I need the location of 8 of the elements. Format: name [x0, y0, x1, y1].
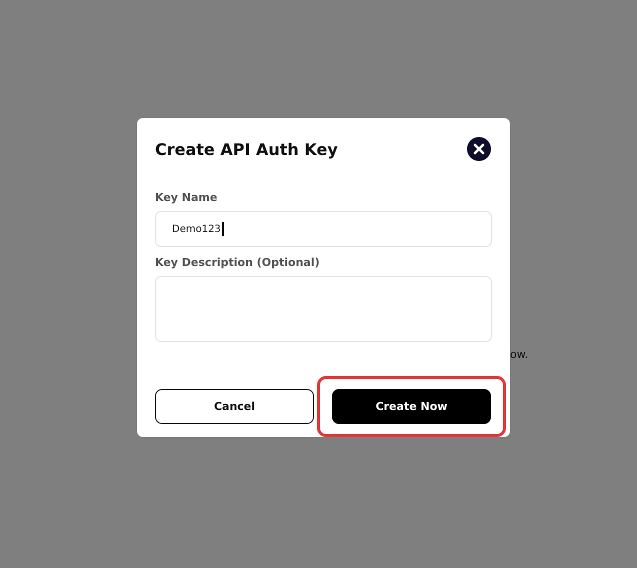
cancel-button[interactable]: Cancel — [155, 389, 314, 424]
field-label: Key Name — [155, 191, 218, 204]
dialog-title: Create API Auth Key — [155, 140, 338, 158]
field-label: Key Description (Optional) — [155, 256, 321, 269]
input-field[interactable]: Demo123 — [155, 211, 492, 247]
create-button[interactable]: Create Now — [332, 389, 491, 424]
close-icon[interactable] — [467, 137, 491, 161]
background-text: ow. — [510, 348, 528, 361]
